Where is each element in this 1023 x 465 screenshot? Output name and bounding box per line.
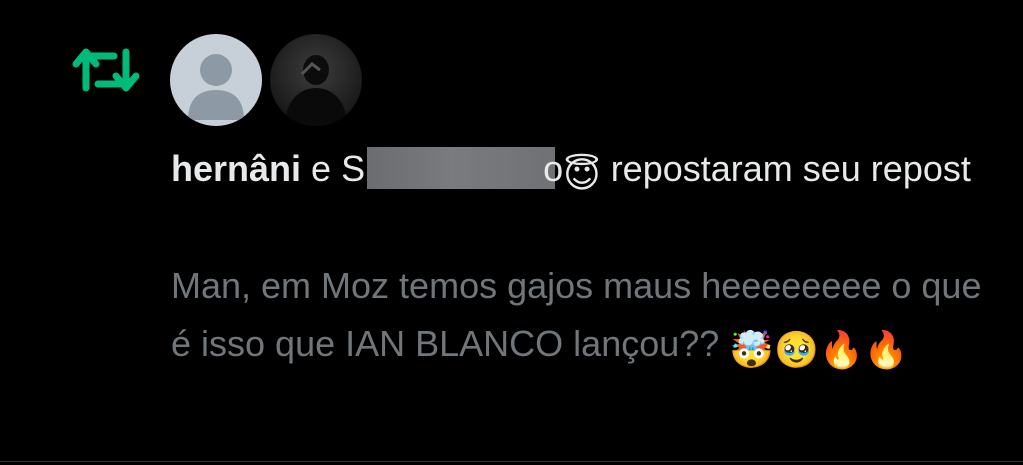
- conjunction-text: e: [311, 148, 332, 189]
- avatar-default-profile[interactable]: [170, 34, 262, 126]
- action-text: repostaram seu repost: [610, 148, 971, 189]
- halo-smile-emoji-icon: 😇: [563, 154, 601, 195]
- fire-emoji-icon: 🔥: [818, 329, 864, 370]
- user-name-redacted[interactable]: So😇: [341, 147, 601, 195]
- divider: [0, 461, 1023, 462]
- holding-back-tears-emoji-icon: 🥹: [774, 329, 819, 370]
- user-name-tail: o: [543, 148, 564, 189]
- repost-notification[interactable]: hernâni e So😇 repostaram seu repost Man,…: [0, 0, 1023, 460]
- notification-header: hernâni e So😇 repostaram seu repost: [171, 140, 971, 204]
- exploding-head-emoji-icon: 🤯: [729, 329, 775, 370]
- tweet-text: Man, em Moz temos gajos maus heeeeeeee o…: [171, 257, 1011, 379]
- redaction-block: [367, 147, 556, 189]
- avatar-group: [170, 34, 362, 128]
- avatar-photo[interactable]: [270, 34, 362, 126]
- user-name-hernani[interactable]: hernâni: [171, 148, 301, 189]
- repost-icon: [70, 40, 142, 100]
- user-name-initial: S: [341, 148, 366, 189]
- fire-emoji-icon: 🔥: [863, 329, 909, 370]
